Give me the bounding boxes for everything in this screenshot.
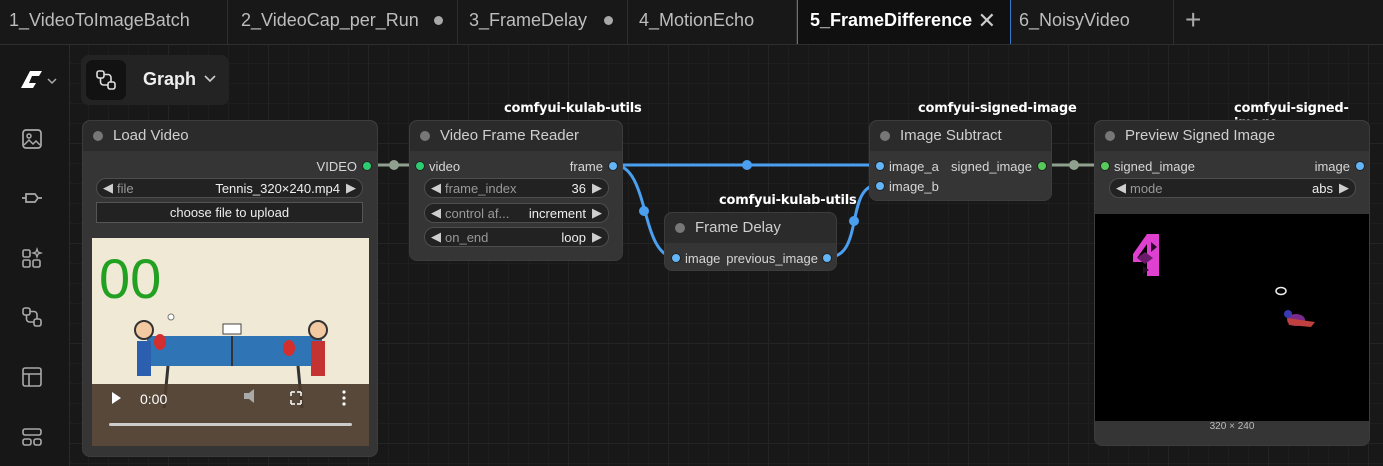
arrow-right-icon[interactable]: ▶ [592,229,602,245]
widget-name: on_end [445,230,489,245]
output-slot-image[interactable] [1355,161,1365,171]
frame-index-widget[interactable]: ◀ frame_index 36 ▶ [424,178,609,198]
node-title: Video Frame Reader [440,127,579,144]
video-preview[interactable]: 00 0:00 [92,238,369,446]
widget-value: loop [561,230,586,245]
input-slot-image-b[interactable] [875,181,885,191]
node-header[interactable]: Preview Signed Image [1095,121,1369,151]
arrow-right-icon[interactable]: ▶ [1339,180,1349,196]
arrow-right-icon[interactable]: ▶ [592,180,602,196]
widget-value: Tennis_320×240.mp4 [215,181,340,196]
output-label-signed-image: signed_image [951,159,1032,174]
node-title: Frame Delay [695,219,781,236]
node-preview-signed-image[interactable]: Preview Signed Image signed_image image … [1094,120,1370,446]
mode-widget[interactable]: ◀ mode abs ▶ [1109,178,1356,198]
input-slot-signed-image[interactable] [1100,161,1110,171]
node-header[interactable]: Image Subtract [870,121,1051,151]
collapse-dot-icon[interactable] [93,131,103,141]
input-slot-video[interactable] [415,161,425,171]
input-slot-image-a[interactable] [875,161,885,171]
node-header[interactable]: Frame Delay [665,213,836,243]
arrow-left-icon[interactable]: ◀ [103,180,113,196]
output-label-frame: frame [569,159,603,174]
node-header[interactable]: Video Frame Reader [410,121,622,151]
output-label-image: image [1314,159,1350,174]
collapse-dot-icon[interactable] [1105,131,1115,141]
widget-name: mode [1130,181,1163,196]
node-frame-delay[interactable]: Frame Delay image previous_image [664,212,837,271]
output-label-video: VIDEO [316,159,357,174]
widget-value: abs [1312,181,1333,196]
collapse-dot-icon[interactable] [675,223,685,233]
widget-name: file [117,181,134,196]
arrow-left-icon[interactable]: ◀ [431,229,441,245]
arrow-right-icon[interactable]: ▶ [592,205,602,221]
node-header[interactable]: Load Video [83,121,377,151]
widget-name: frame_index [445,181,517,196]
widget-name: control af... [445,206,510,221]
input-label-image-b: image_b [889,179,939,194]
node-source-badge: comfyui-kulab-utils [504,101,642,116]
input-label-signed-image: signed_image [1114,159,1195,174]
output-slot-video[interactable] [362,161,372,171]
difference-image-content [1133,234,1315,327]
upload-button[interactable]: choose file to upload [96,202,363,223]
node-image-subtract[interactable]: Image Subtract image_a image_b signed_im… [869,120,1052,201]
video-time: 0:00 [140,391,168,407]
node-video-frame-reader[interactable]: Video Frame Reader video frame ◀ frame_i… [409,120,623,261]
node-title: Image Subtract [900,127,1002,144]
output-slot-frame[interactable] [608,161,618,171]
image-size-label: 320 × 240 [1209,421,1255,432]
input-label-image-a: image_a [889,159,939,174]
table-tennis-illustration [92,313,369,446]
arrow-left-icon[interactable]: ◀ [431,205,441,221]
preview-image[interactable] [1095,214,1369,421]
file-combo-widget[interactable]: ◀ file Tennis_320×240.mp4 ▶ [96,178,363,198]
node-source-badge: comfyui-signed-image [918,101,1077,116]
output-slot-signed-image[interactable] [1037,161,1047,171]
collapse-dot-icon[interactable] [880,131,890,141]
arrow-right-icon[interactable]: ▶ [346,180,356,196]
input-slot-image[interactable] [671,253,681,263]
node-source-badge: comfyui-kulab-utils [719,193,857,208]
arrow-left-icon[interactable]: ◀ [1116,180,1126,196]
control-after-generate-widget[interactable]: ◀ control af... increment ▶ [424,203,609,223]
output-label-previous-image: previous_image [726,251,818,266]
widget-value: increment [528,206,586,221]
node-title: Preview Signed Image [1125,127,1276,144]
input-label-video: video [429,159,461,174]
node-title: Load Video [113,127,189,144]
output-slot-previous-image[interactable] [822,253,832,263]
arrow-left-icon[interactable]: ◀ [431,180,441,196]
collapse-dot-icon[interactable] [420,131,430,141]
on-end-widget[interactable]: ◀ on_end loop ▶ [424,227,609,247]
node-load-video[interactable]: Load Video VIDEO ◀ file Tennis_320×240.m… [82,120,378,457]
widget-value: 36 [571,181,586,196]
input-label-image: image [685,251,721,266]
